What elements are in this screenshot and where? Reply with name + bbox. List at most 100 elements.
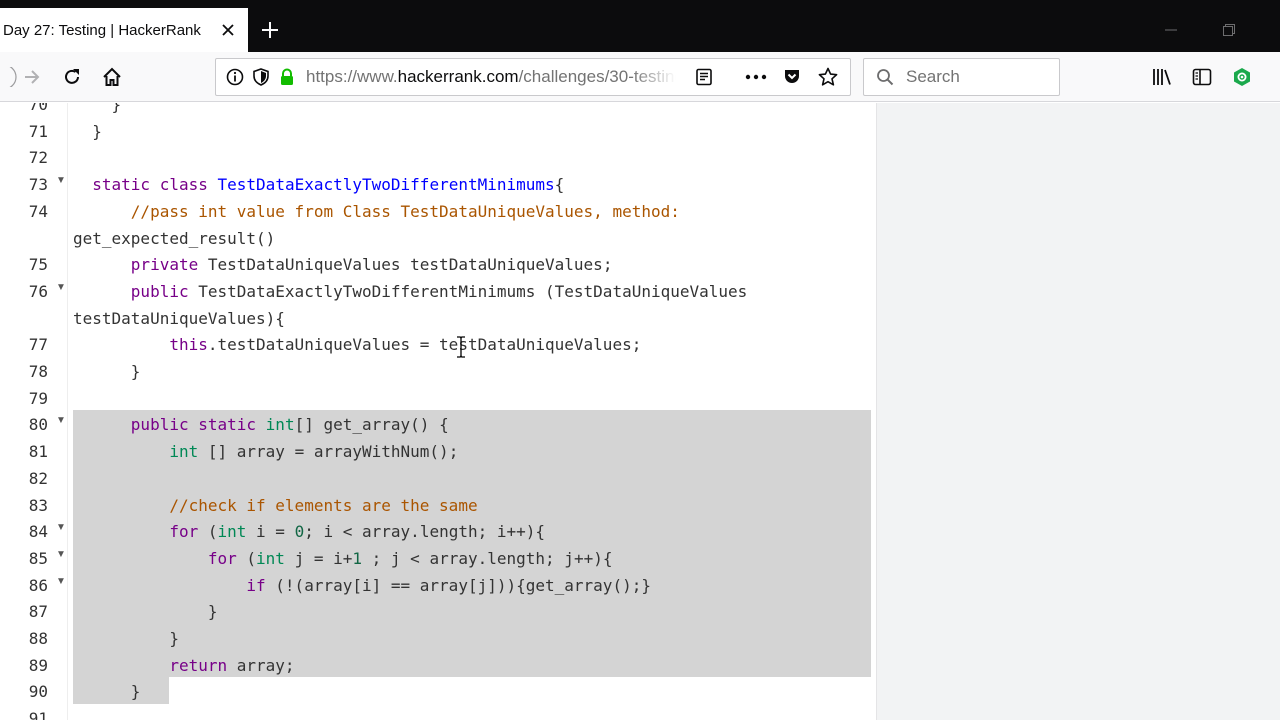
code-line[interactable]: 88 } [0, 625, 876, 652]
code-line[interactable]: 78 } [0, 358, 876, 385]
code-line[interactable]: get_expected_result() [0, 225, 876, 252]
reload-icon[interactable] [56, 61, 88, 93]
code-text: testDataUniqueValues){ [73, 308, 285, 328]
line-number: 74 [28, 201, 48, 221]
line-number: 86 [28, 575, 48, 595]
search-placeholder: Search [906, 67, 960, 86]
code-line[interactable]: 87 } [0, 598, 876, 625]
fold-arrow-icon[interactable]: ▼ [56, 171, 66, 191]
line-number: 81 [28, 442, 48, 462]
code-line[interactable]: 90 } [0, 678, 876, 705]
code-line[interactable]: testDataUniqueValues){ [0, 305, 876, 332]
right-panel [876, 103, 1280, 720]
line-number: 84 [28, 522, 48, 542]
line-number: 88 [28, 629, 48, 648]
line-number: 80 [28, 415, 48, 435]
code-text: for (int j = i+1 ; j < array.length; j++… [207, 548, 613, 568]
code-line[interactable]: 70 } [0, 103, 876, 118]
pocket-icon[interactable] [774, 59, 810, 95]
code-line[interactable]: 80 ▼ public static int[] get_array() { [0, 411, 876, 438]
code-text: public static int[] get_array() { [130, 415, 449, 435]
text-cursor-icon [457, 336, 465, 358]
code-text: } [73, 602, 218, 622]
code-text: } [73, 103, 122, 114]
url-path: /challenges/30-testing/problem [518, 67, 676, 86]
tab-title: Day 27: Testing | HackerRank [3, 21, 201, 39]
fold-arrow-icon[interactable]: ▼ [56, 411, 66, 431]
code-line[interactable]: 84 ▼ for (int i = 0; i < array.length; i+… [0, 518, 876, 545]
code-text: if (!(array[i] == array[j])){get_array()… [246, 575, 651, 595]
code-line[interactable]: 72 [0, 144, 876, 171]
close-icon[interactable] [208, 8, 248, 52]
fold-arrow-icon[interactable]: ▼ [56, 572, 66, 592]
fold-arrow-icon[interactable]: ▼ [56, 518, 66, 538]
code-line[interactable]: 89 return array; [0, 652, 876, 679]
page-content: 70 } 71 } 72 73 ▼ static class TestDataExact… [0, 103, 1280, 720]
code-line[interactable]: 75 private TestDataUniqueValues testData… [0, 251, 876, 278]
code-line[interactable]: 86 ▼ if (!(array[i] == array[j])){get_arr… [0, 572, 876, 599]
restore-icon[interactable] [1209, 14, 1249, 46]
line-number: 89 [28, 655, 48, 675]
code-line[interactable]: 76 ▼ public TestDataExactlyTwoDifferentMi… [0, 278, 876, 305]
line-number: 79 [28, 388, 48, 408]
code-line[interactable]: 77 this.testDataUniqueValues = testDataU… [0, 331, 876, 358]
url-domain: hackerrank.com [397, 67, 519, 86]
plus-icon[interactable] [254, 14, 286, 46]
tab-strip: Day 27: Testing | HackerRank [0, 0, 1280, 52]
library-icon[interactable] [1146, 61, 1178, 93]
line-number: 72 [28, 148, 48, 168]
line-number: 76 [28, 281, 48, 301]
line-number: 78 [28, 362, 48, 381]
line-number: 73 [28, 175, 48, 195]
lock-icon[interactable] [274, 59, 300, 95]
code-line[interactable]: 73 ▼ static class TestDataExactlyTwoDiffe… [0, 171, 876, 198]
code-line[interactable]: 85 ▼ for (int j = i+1 ; j < array.length;… [0, 545, 876, 572]
active-tab[interactable]: Day 27: Testing | HackerRank [0, 8, 248, 52]
code-line[interactable]: 71 } [0, 118, 876, 145]
code-text: int [] array = arrayWithNum(); [169, 442, 459, 462]
code-text: this.testDataUniqueValues = testDataUniq… [169, 335, 642, 355]
fold-arrow-icon[interactable]: ▼ [56, 278, 66, 298]
url-text[interactable]: https://www.hackerrank.com/challenges/30… [306, 67, 676, 87]
star-icon[interactable] [810, 59, 846, 95]
code-line[interactable]: 82 [0, 465, 876, 492]
line-number: 87 [28, 602, 48, 622]
code-text: } [73, 121, 102, 141]
line-number: 85 [28, 548, 48, 568]
code-editor[interactable]: 70 } 71 } 72 73 ▼ static class TestDataExact… [0, 103, 876, 720]
home-icon[interactable] [96, 61, 128, 93]
code-text: static class TestDataExactlyTwoDifferent… [92, 175, 565, 195]
code-text: get_expected_result() [73, 228, 276, 248]
more-icon[interactable] [738, 59, 774, 95]
code-line[interactable]: 79 [0, 385, 876, 412]
code-line[interactable]: 91 [0, 705, 876, 720]
extension-icon[interactable] [1226, 61, 1258, 93]
minimize-icon[interactable] [1151, 14, 1191, 46]
line-number: 71 [28, 121, 48, 141]
line-number: 90 [28, 682, 48, 702]
code-text: //check if elements are the same [169, 495, 478, 515]
code-text: } [73, 682, 141, 702]
forward-arrow-icon[interactable] [16, 61, 48, 93]
code-line[interactable]: 74 //pass int value from Class TestDataU… [0, 198, 876, 225]
code-text: public TestDataExactlyTwoDifferentMinimu… [130, 281, 748, 301]
search-input[interactable]: Search [863, 58, 1060, 96]
line-number: 70 [28, 103, 48, 114]
fold-arrow-icon[interactable]: ▼ [56, 545, 66, 565]
code-line[interactable]: 81 int [] array = arrayWithNum(); [0, 438, 876, 465]
line-number: 82 [28, 468, 48, 488]
line-number: 77 [28, 335, 48, 355]
url-actions [686, 59, 846, 95]
code-text: private TestDataUniqueValues testDataUni… [130, 255, 613, 275]
info-icon[interactable] [222, 59, 248, 95]
code-line[interactable]: 83 //check if elements are the same [0, 492, 876, 519]
line-number: 83 [28, 495, 48, 515]
sidebar-icon[interactable] [1186, 61, 1218, 93]
code-text: } [73, 629, 179, 648]
navigation-toolbar: https://www.hackerrank.com/challenges/30… [0, 52, 1280, 102]
code-text: //pass int value from Class TestDataUniq… [130, 201, 680, 221]
url-bar[interactable]: https://www.hackerrank.com/challenges/30… [215, 58, 851, 96]
reader-view-icon[interactable] [686, 59, 722, 95]
shield-icon[interactable] [248, 59, 274, 95]
search-icon [870, 59, 900, 95]
